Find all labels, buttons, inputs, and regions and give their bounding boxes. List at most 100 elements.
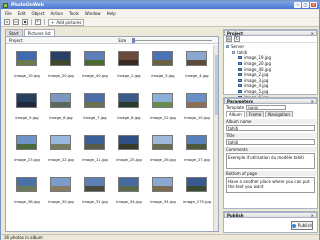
thumbnail-image[interactable] (50, 135, 71, 150)
tab-frame[interactable]: Frame (245, 111, 265, 117)
thumbnail-item[interactable]: image_34.jpg (114, 173, 144, 207)
menu-edit[interactable]: Edit (18, 11, 26, 16)
publish-button[interactable]: Publish (291, 221, 313, 230)
menu-tools[interactable]: Tools (69, 11, 79, 16)
thumbnail-item[interactable]: image_10.jpg (182, 89, 212, 123)
size-slider-thumb[interactable] (132, 38, 135, 43)
album-name-field[interactable]: tahiti (226, 125, 315, 131)
save-icon[interactable]: ▪ (22, 19, 28, 25)
thumbnail-item[interactable]: image_34.jpg (148, 173, 178, 207)
thumbnail-item[interactable]: image_11.jpg (80, 131, 110, 165)
close-icon[interactable]: × (310, 2, 317, 8)
close-icon[interactable]: × (311, 99, 316, 104)
open-folder-icon[interactable]: ▭ (13, 19, 19, 25)
tab-navigation[interactable]: Navigation (265, 111, 293, 117)
publish-button-label: Publish (297, 223, 312, 228)
thumbnail-item[interactable]: image_4.jpg (182, 47, 212, 81)
thumbnail-image[interactable] (50, 93, 71, 108)
thumbnail-item[interactable]: image_27.jpg (182, 131, 212, 165)
thumbnail-caption: image_34.jpg (116, 199, 142, 204)
thumbnail-item[interactable]: image_8.jpg (114, 89, 144, 123)
thumbnail-caption: image_10.jpg (184, 115, 210, 120)
size-label: Size (118, 38, 127, 43)
toolbar-separator (31, 19, 32, 25)
thumbnail-image[interactable] (16, 51, 37, 66)
thumbnail-image[interactable] (16, 177, 37, 192)
thumbnail-item[interactable]: image_6.jpg (46, 89, 76, 123)
thumbnail-image[interactable] (50, 51, 71, 66)
title-field[interactable]: tahiti (226, 139, 315, 145)
comments-field[interactable]: Exemple d'utilisation du modèle tahiti (226, 153, 315, 169)
thumbnail-caption: image_6.jpg (49, 115, 73, 120)
thumbnail-image[interactable] (118, 135, 139, 150)
thumbnail-caption: image_4.jpg (185, 73, 209, 78)
vertical-scrollbar[interactable] (213, 45, 218, 231)
thumbnail-image[interactable] (16, 135, 37, 150)
thumbnail-item[interactable]: image_40.jpg (80, 47, 110, 81)
menu-action[interactable]: Action (50, 11, 63, 16)
title-bar: PhotoOnWeb – □ × (1, 1, 319, 9)
thumbnail-image[interactable] (186, 93, 207, 108)
template-select[interactable]: tahiti (246, 105, 287, 110)
tab-pictures-list[interactable]: Pictures list (23, 29, 55, 36)
thumbnail-item[interactable]: image_7.jpg (80, 89, 110, 123)
thumbnail-item[interactable]: image_30.jpg (46, 173, 76, 207)
menu-help[interactable]: Help (107, 11, 116, 16)
thumbnail-image[interactable] (50, 177, 71, 192)
add-pictures-button[interactable]: + Add pictures (48, 18, 85, 26)
app-logo-icon (3, 2, 8, 8)
thumbnail-item[interactable]: image_22.jpg (46, 131, 76, 165)
menu-file[interactable]: File (5, 11, 12, 16)
thumbnail-image[interactable] (84, 93, 105, 108)
new-icon[interactable]: ▫ (4, 19, 10, 25)
thumbnail-image[interactable] (152, 93, 173, 108)
thumbnail-caption: image_25.jpg (116, 157, 142, 162)
thumbnail-item[interactable]: image_175.jpg (182, 173, 212, 207)
thumbnail-image[interactable] (16, 93, 37, 108)
thumbnail-item[interactable]: image_3.jpg (148, 47, 178, 81)
add-icon: + (51, 19, 55, 25)
thumbnail-image[interactable] (118, 177, 139, 192)
thumbnail-image[interactable] (118, 51, 139, 66)
thumbnail-grid: image_19.jpg image_20.jpg image_40.jpg imag… (6, 47, 218, 232)
undo-icon[interactable]: ↶ (35, 19, 41, 25)
thumbnail-image[interactable] (152, 135, 173, 150)
properties-icon[interactable]: ▤ (226, 36, 232, 42)
bottom-of-page-field[interactable]: Have a another place where you can put t… (226, 177, 315, 193)
thumbnail-item[interactable]: image_2.jpg (114, 47, 144, 81)
thumbnail-image[interactable] (84, 51, 105, 66)
thumbnail-image[interactable] (84, 177, 105, 192)
thumbnail-item[interactable]: image_20.jpg (46, 47, 76, 81)
thumbnail-item[interactable]: image_25.jpg (114, 131, 144, 165)
image-icon (238, 90, 242, 94)
template-row: Template tahiti (224, 104, 317, 111)
close-icon[interactable]: × (311, 213, 316, 218)
thumbnail-image[interactable] (152, 51, 173, 66)
folder-icon (226, 45, 229, 49)
thumbnail-image[interactable] (118, 93, 139, 108)
menu-window[interactable]: Window (85, 11, 101, 16)
close-icon[interactable]: × (311, 31, 316, 36)
refresh-icon[interactable]: ↻ (234, 36, 240, 42)
maximize-icon[interactable]: □ (302, 2, 309, 8)
thumbnail-item[interactable]: image_26.jpg (148, 131, 178, 165)
thumbnail-item[interactable]: image_19.jpg (12, 47, 42, 81)
thumbnail-item[interactable]: image_22.jpg (148, 89, 178, 123)
thumbnail-image[interactable] (152, 177, 173, 192)
thumbnail-image[interactable] (84, 135, 105, 150)
thumbnail-item[interactable]: image_5.jpg (12, 89, 42, 123)
thumbnail-item[interactable]: image_31.jpg (80, 173, 110, 207)
right-sidebar: Project × ▤ ↻ Server tahiti image_19.jpg im… (223, 29, 318, 233)
thumbnail-item[interactable]: image_23.jpg (12, 131, 42, 165)
scrollbar-thumb[interactable] (215, 55, 218, 115)
minimize-icon[interactable]: – (294, 2, 301, 8)
thumbnail-item[interactable]: image_38.jpg (12, 173, 42, 207)
thumbnail-image[interactable] (186, 177, 207, 192)
tab-album[interactable]: Album (226, 111, 245, 117)
menu-object[interactable]: Object (31, 11, 44, 16)
thumbnail-image[interactable] (186, 135, 207, 150)
thumbnail-image[interactable] (186, 51, 207, 66)
tab-start[interactable]: Start (5, 29, 23, 36)
size-slider[interactable] (132, 38, 212, 43)
thumbnail-caption: image_8.jpg (117, 115, 141, 120)
